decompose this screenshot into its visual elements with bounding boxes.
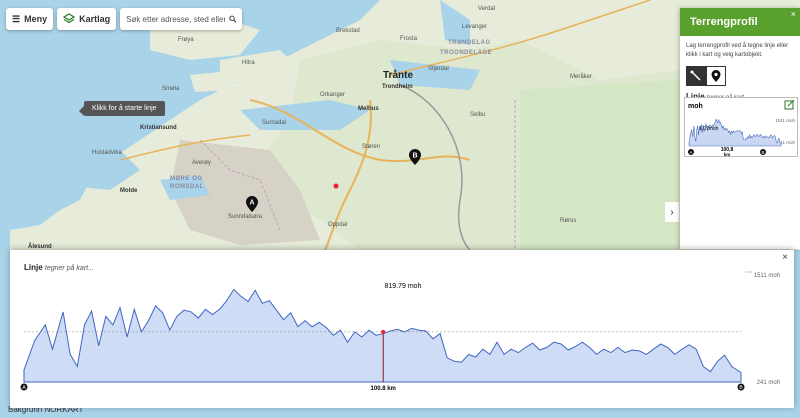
pin-a-icon[interactable]: A [246, 196, 258, 212]
pin-a-label: A [249, 200, 254, 207]
map-label: Verdal [478, 6, 496, 12]
search-icon[interactable] [228, 14, 237, 24]
location-pin-icon [711, 70, 721, 82]
map-label: Averøy [192, 160, 211, 166]
map-label-region: TRØNDELAG [448, 40, 491, 46]
map-label: Røros [560, 218, 577, 224]
mini-end-label: B [761, 150, 764, 155]
panel-header: Terrengprofil × [680, 8, 800, 36]
draw-line-button[interactable] [686, 66, 706, 86]
mini-distance-unit: km [724, 152, 731, 156]
map-label: Brekstad [336, 28, 360, 34]
search-placeholder: Søk etter adresse, sted eller eiendom [126, 14, 225, 24]
pin-b-label: B [412, 153, 417, 160]
map-label: Frøya [178, 37, 194, 43]
expand-icon[interactable] [784, 99, 795, 110]
map-layer-button[interactable]: Kartlag [57, 8, 117, 30]
layers-icon [63, 13, 76, 24]
mini-profile-area [688, 118, 782, 147]
hamburger-icon: ☰ [12, 13, 21, 24]
map-label: Frosta [400, 36, 418, 42]
profile-min-label: 241 moh [757, 380, 780, 386]
map-label: Kristiansund [140, 125, 177, 131]
mini-current: 1,07moh [699, 126, 719, 132]
elevation-profile-chart[interactable]: 819.79 moh 1511 moh 241 moh 100.8 km A B [10, 250, 794, 408]
map-label: Trondheim [382, 84, 413, 90]
menu-button[interactable]: ☰ Meny [6, 8, 54, 30]
mini-unit: moh [688, 103, 703, 110]
mini-profile-chart: moh 1511 moh 241 moh 1,07moh A B 100,8 k… [688, 99, 795, 157]
map-label: Sunndalsøra [228, 214, 263, 220]
panel-tools [686, 66, 794, 86]
mini-profile[interactable]: moh 1511 moh 241 moh 1,07moh A B 100,8 k… [684, 97, 798, 157]
elevation-area [23, 288, 742, 383]
panel-close-icon[interactable]: × [791, 9, 796, 19]
map-tooltip: Klikk for å starte linje [79, 101, 165, 116]
map-label-city: Trånte [383, 70, 414, 81]
panel-description: Lag terrengprofil ved å tegne linje elle… [686, 43, 789, 58]
map-label: Hitra [242, 60, 255, 66]
map-label-region: MØRE OG [170, 176, 203, 182]
mini-start-label: A [689, 150, 692, 155]
hover-value-label: 819.79 moh [385, 283, 422, 290]
map-label: Hustadvika [92, 150, 122, 156]
map-label: Levanger [462, 24, 488, 30]
map-label: Selbu [470, 112, 486, 118]
profile-max-label: 1511 moh [754, 273, 780, 279]
pin-b-icon[interactable]: B [409, 149, 421, 165]
profile-distance-label: 100.8 km [371, 386, 396, 392]
map-label-region: ROMSDAL [170, 184, 204, 190]
mini-max-label: 1511 moh [775, 118, 795, 123]
map-label: Smøla [162, 86, 180, 92]
map-layer-label: Kartlag [79, 14, 111, 24]
draw-line-icon [690, 70, 701, 81]
search-input[interactable]: Søk etter adresse, sted eller eiendom [120, 8, 243, 30]
map-label-region: TROONDELAGE [440, 50, 493, 56]
menu-label: Meny [24, 14, 48, 24]
hover-marker-point [381, 329, 386, 334]
map-label: Melhus [358, 106, 379, 112]
map-label: Orkanger [320, 92, 346, 98]
panel-title: Terrengprofil [690, 16, 758, 28]
terrain-profile-panel: Terrengprofil × Lag terrengprofil ved å … [680, 8, 800, 249]
map-label: Molde [120, 188, 138, 194]
select-object-button[interactable] [706, 66, 726, 86]
map-label: Støren [362, 144, 381, 150]
top-toolbar: ☰ Meny Kartlag Søk etter adresse, sted e… [6, 8, 243, 30]
chevron-right-icon: › [670, 206, 674, 218]
profile-chart-panel: × Linje tegner på kart... 819.79 moh 151… [10, 250, 794, 408]
panel-collapse-button[interactable]: › [665, 202, 679, 222]
map-label: Surnadal [262, 120, 287, 126]
map-label: Stjørdal [428, 66, 449, 72]
map-label: Meråker [570, 74, 593, 80]
map-label: Oppdal [328, 222, 348, 228]
